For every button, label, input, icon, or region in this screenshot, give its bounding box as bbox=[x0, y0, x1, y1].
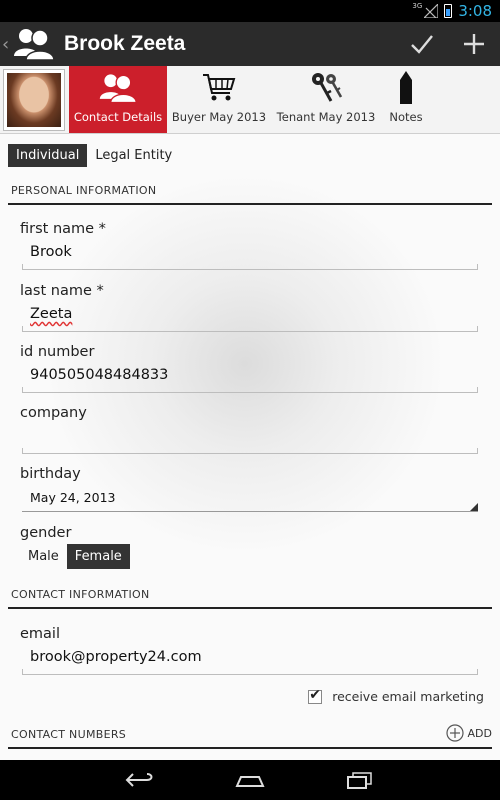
contact-numbers-header: CONTACT NUMBERS bbox=[8, 728, 492, 749]
system-nav-bar bbox=[0, 760, 500, 800]
avatar[interactable] bbox=[3, 69, 65, 131]
entity-type-toggle: Individual Legal Entity bbox=[8, 144, 180, 167]
status-bar: 3G 3:08 bbox=[0, 0, 500, 22]
id-number-label: id number bbox=[20, 344, 95, 360]
legal-entity-option[interactable]: Legal Entity bbox=[87, 144, 180, 167]
contact-photo bbox=[7, 73, 61, 127]
gender-toggle: Male Female bbox=[20, 544, 130, 569]
id-number-value: 940505048484833 bbox=[30, 367, 169, 383]
add-circle-icon bbox=[445, 724, 464, 742]
contact-form: Individual Legal Entity PERSONAL INFORMA… bbox=[0, 134, 500, 760]
plus-icon bbox=[464, 34, 484, 54]
page-title: Brook Zeeta bbox=[64, 32, 186, 55]
email-marketing-row[interactable]: receive email marketing bbox=[308, 687, 484, 704]
add-label: ADD bbox=[467, 726, 492, 740]
email-label: email bbox=[20, 626, 60, 642]
last-name-field[interactable]: Zeeta bbox=[22, 302, 478, 332]
first-name-field[interactable]: Brook bbox=[22, 240, 478, 270]
clock: 3:08 bbox=[458, 2, 492, 20]
network-type: 3G bbox=[412, 2, 423, 10]
email-marketing-label: receive email marketing bbox=[332, 689, 484, 704]
company-label: company bbox=[20, 405, 87, 421]
nav-back-button[interactable] bbox=[117, 765, 163, 795]
cart-icon bbox=[203, 74, 236, 101]
first-name-value: Brook bbox=[30, 244, 72, 260]
tab-label: Contact Details bbox=[73, 110, 163, 124]
email-field[interactable]: brook@property24.com bbox=[22, 645, 478, 675]
save-button[interactable] bbox=[396, 22, 448, 66]
check-icon bbox=[411, 35, 433, 54]
add-button[interactable] bbox=[448, 22, 500, 66]
keys-icon bbox=[312, 73, 343, 102]
back-arrow-icon bbox=[125, 773, 153, 787]
gender-male-option[interactable]: Male bbox=[20, 544, 67, 569]
id-number-field[interactable]: 940505048484833 bbox=[22, 363, 478, 393]
nav-recents-button[interactable] bbox=[337, 765, 383, 795]
add-number-button[interactable]: ADD bbox=[445, 724, 492, 742]
birthday-value: May 24, 2013 bbox=[30, 490, 116, 505]
contact-information-header: CONTACT INFORMATION bbox=[8, 588, 492, 609]
app-contacts-icon[interactable] bbox=[12, 26, 56, 62]
tab-contact-details[interactable]: Contact Details bbox=[69, 66, 167, 133]
battery-icon bbox=[444, 4, 453, 18]
personal-information-header: PERSONAL INFORMATION bbox=[8, 184, 492, 205]
gender-label: gender bbox=[20, 525, 72, 541]
contacts-icon bbox=[99, 74, 137, 104]
birthday-picker[interactable]: May 24, 2013 bbox=[22, 486, 478, 512]
signal-icon bbox=[424, 4, 439, 18]
company-field[interactable] bbox=[22, 424, 478, 454]
tab-buyer[interactable]: Buyer May 2013 bbox=[167, 66, 271, 133]
email-value: brook@property24.com bbox=[30, 649, 202, 665]
pencil-icon bbox=[400, 71, 412, 104]
home-icon bbox=[235, 776, 265, 787]
first-name-label: first name * bbox=[20, 221, 106, 237]
gender-female-option[interactable]: Female bbox=[66, 544, 130, 569]
tab-tenant[interactable]: Tenant May 2013 bbox=[271, 66, 381, 133]
birthday-label: birthday bbox=[20, 466, 81, 482]
action-bar: ‹ Brook Zeeta bbox=[0, 22, 500, 66]
dropdown-corner-icon bbox=[470, 503, 478, 511]
recents-icon bbox=[347, 772, 372, 789]
tab-label: Notes bbox=[389, 110, 423, 124]
tab-bar: Contact Details Buyer May 2013 Tenant Ma… bbox=[0, 66, 500, 134]
last-name-value: Zeeta bbox=[30, 306, 73, 322]
back-chevron-icon[interactable]: ‹ bbox=[2, 34, 10, 55]
individual-option[interactable]: Individual bbox=[8, 144, 88, 167]
tab-notes[interactable]: Notes bbox=[381, 66, 431, 133]
nav-home-button[interactable] bbox=[227, 765, 273, 795]
tab-label: Tenant May 2013 bbox=[276, 110, 376, 124]
email-marketing-checkbox[interactable] bbox=[308, 687, 323, 704]
last-name-label: last name * bbox=[20, 283, 104, 299]
tab-label: Buyer May 2013 bbox=[171, 110, 267, 124]
